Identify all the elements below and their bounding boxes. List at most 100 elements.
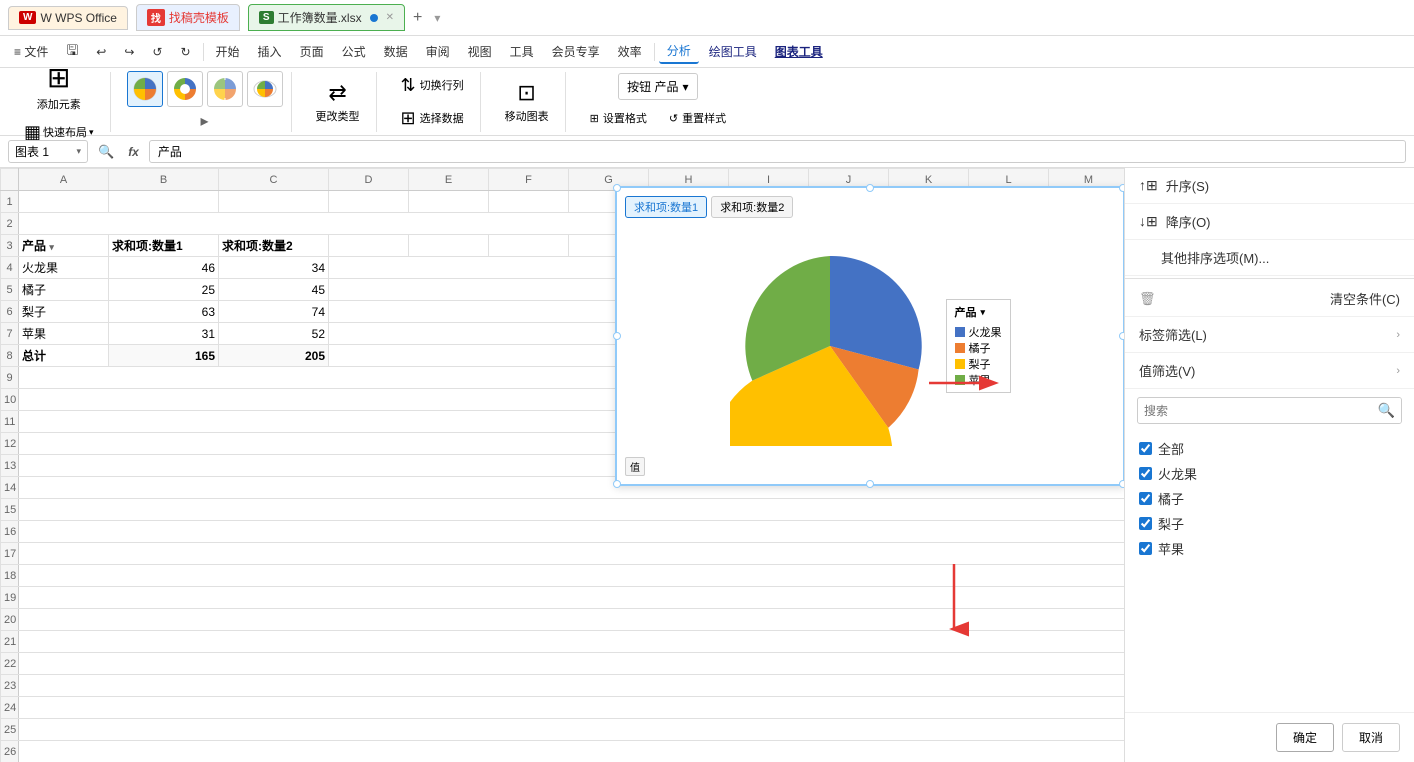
tab-dropdown[interactable]: ▾ bbox=[434, 11, 440, 25]
cell-B7[interactable]: 31 bbox=[109, 323, 219, 345]
cell-F3[interactable] bbox=[489, 235, 569, 257]
cell-C1[interactable] bbox=[219, 191, 329, 213]
set-format-button[interactable]: ⊞ 设置格式 bbox=[582, 106, 655, 130]
checkbox-all[interactable]: 全部 bbox=[1139, 436, 1400, 461]
product-dropdown-button[interactable]: 按钮 产品 ▾ bbox=[618, 73, 697, 100]
cell-F1[interactable] bbox=[489, 191, 569, 213]
clear-condition-item[interactable]: 🗑 清空条件(C) bbox=[1125, 281, 1414, 317]
menu-efficiency[interactable]: 效率 bbox=[610, 40, 650, 63]
cell-A4[interactable]: 火龙果 bbox=[19, 257, 109, 279]
cell-E3[interactable] bbox=[409, 235, 489, 257]
resize-top[interactable] bbox=[866, 184, 874, 192]
cell-C8[interactable]: 205 bbox=[219, 345, 329, 367]
chart-container[interactable]: 求和项:数量1 求和项:数量2 bbox=[615, 186, 1124, 486]
cell-A5[interactable]: 橘子 bbox=[19, 279, 109, 301]
menu-redo-icon[interactable]: ↪ bbox=[116, 42, 142, 62]
change-type-button[interactable]: ⇄ 更改类型 bbox=[308, 76, 368, 128]
cell-A6[interactable]: 梨子 bbox=[19, 301, 109, 323]
cell-C4[interactable]: 34 bbox=[219, 257, 329, 279]
checkbox-pingguo[interactable]: 苹果 bbox=[1139, 536, 1400, 561]
switch-row-col-button[interactable]: ⇅ 切换行列 bbox=[393, 71, 472, 100]
formula-input[interactable]: 产品 bbox=[149, 140, 1406, 163]
checkbox-juzi[interactable]: 橘子 bbox=[1139, 486, 1400, 511]
menu-insert[interactable]: 插入 bbox=[250, 40, 290, 63]
checkbox-all-input[interactable] bbox=[1139, 442, 1152, 455]
search-input[interactable] bbox=[1138, 400, 1372, 422]
cell-B6[interactable]: 63 bbox=[109, 301, 219, 323]
cell-B4[interactable]: 46 bbox=[109, 257, 219, 279]
cell-D3[interactable] bbox=[329, 235, 409, 257]
checkbox-lizi[interactable]: 梨子 bbox=[1139, 511, 1400, 536]
cell-C3[interactable]: 求和项:数量2 bbox=[219, 235, 329, 257]
resize-top-right[interactable] bbox=[1119, 184, 1124, 192]
chart-tab-1[interactable]: 求和项:数量1 bbox=[625, 196, 707, 218]
checkbox-huolongguo-input[interactable] bbox=[1139, 467, 1152, 480]
cancel-button[interactable]: 取消 bbox=[1342, 723, 1400, 752]
resize-left[interactable] bbox=[613, 332, 621, 340]
cell-B1[interactable] bbox=[109, 191, 219, 213]
menu-extra1[interactable]: ↺ bbox=[144, 42, 170, 62]
file-tab[interactable]: S 工作簿数量.xlsx ✕ bbox=[248, 4, 405, 31]
menu-undo-icon[interactable]: ↩ bbox=[88, 42, 114, 62]
select-data-button[interactable]: ⊞ 选择数据 bbox=[393, 104, 472, 133]
col-A[interactable]: A bbox=[19, 169, 109, 191]
menu-chart-tools[interactable]: 图表工具 bbox=[767, 40, 831, 63]
chart-filter-button[interactable]: 值 bbox=[625, 457, 645, 476]
checkbox-huolongguo[interactable]: 火龙果 bbox=[1139, 461, 1400, 486]
cell-A8[interactable]: 总计 bbox=[19, 345, 109, 367]
confirm-button[interactable]: 确定 bbox=[1276, 723, 1334, 752]
menu-review[interactable]: 审阅 bbox=[418, 40, 458, 63]
chart-type-4[interactable] bbox=[247, 71, 283, 107]
menu-home[interactable]: 开始 bbox=[208, 40, 248, 63]
cell-ref-box[interactable]: 图表 1 ▾ bbox=[8, 140, 88, 163]
add-tab-button[interactable]: + bbox=[413, 9, 422, 27]
cell-C5[interactable]: 45 bbox=[219, 279, 329, 301]
template-tab[interactable]: 找 找稿壳模板 bbox=[136, 4, 240, 31]
file-tab-close[interactable]: ✕ bbox=[386, 12, 394, 23]
reset-style-button[interactable]: ↺ 重置样式 bbox=[661, 106, 734, 130]
chart-tab-2[interactable]: 求和项:数量2 bbox=[711, 196, 793, 218]
menu-data[interactable]: 数据 bbox=[376, 40, 416, 63]
col-D[interactable]: D bbox=[329, 169, 409, 191]
resize-bottom[interactable] bbox=[866, 480, 874, 488]
cell-B3[interactable]: 求和项:数量1 bbox=[109, 235, 219, 257]
more-options-item[interactable]: 其他排序选项(M)... bbox=[1125, 240, 1414, 276]
label-filter-item[interactable]: 标签筛选(L) › bbox=[1125, 317, 1414, 353]
menu-formula[interactable]: 公式 bbox=[334, 40, 374, 63]
col-B[interactable]: B bbox=[109, 169, 219, 191]
fx-button[interactable]: fx bbox=[124, 145, 143, 159]
legend-product-dropdown[interactable]: ▾ bbox=[981, 307, 986, 318]
menu-analyze[interactable]: 分析 bbox=[659, 39, 699, 64]
search-submit-button[interactable]: 🔍 bbox=[1372, 398, 1401, 423]
menu-view[interactable]: 视图 bbox=[460, 40, 500, 63]
cell-D1[interactable] bbox=[329, 191, 409, 213]
wps-office-tab[interactable]: W W WPS Office bbox=[8, 6, 128, 30]
cell-ref-dropdown[interactable]: ▾ bbox=[76, 146, 81, 157]
checkbox-lizi-input[interactable] bbox=[1139, 517, 1152, 530]
menu-page[interactable]: 页面 bbox=[292, 40, 332, 63]
cell-C6[interactable]: 74 bbox=[219, 301, 329, 323]
resize-bottom-left[interactable] bbox=[613, 480, 621, 488]
filter-dropdown-A3[interactable]: ▾ bbox=[49, 242, 54, 252]
zoom-icon[interactable]: 🔍 bbox=[94, 144, 118, 160]
cell-B5[interactable]: 25 bbox=[109, 279, 219, 301]
menu-draw-tools[interactable]: 绘图工具 bbox=[701, 40, 765, 63]
cell-C7[interactable]: 52 bbox=[219, 323, 329, 345]
menu-vip[interactable]: 会员专享 bbox=[544, 40, 608, 63]
resize-top-left[interactable] bbox=[613, 184, 621, 192]
cell-A1[interactable] bbox=[19, 191, 109, 213]
menu-extra2[interactable]: ↻ bbox=[172, 42, 198, 62]
cell-E1[interactable] bbox=[409, 191, 489, 213]
cell-A7[interactable]: 苹果 bbox=[19, 323, 109, 345]
checkbox-pingguo-input[interactable] bbox=[1139, 542, 1152, 555]
col-E[interactable]: E bbox=[409, 169, 489, 191]
cell-A3[interactable]: 产品 ▾ bbox=[19, 235, 109, 257]
add-element-button[interactable]: ⊞ 添加元素 bbox=[29, 57, 89, 116]
col-C[interactable]: C bbox=[219, 169, 329, 191]
sort-asc-item[interactable]: ↑⊞ 升序(S) bbox=[1125, 168, 1414, 204]
cell-B8[interactable]: 165 bbox=[109, 345, 219, 367]
sort-desc-item[interactable]: ↓⊞ 降序(O) bbox=[1125, 204, 1414, 240]
chart-type-more[interactable]: ▸ bbox=[197, 109, 213, 133]
resize-right[interactable] bbox=[1119, 332, 1124, 340]
menu-tools[interactable]: 工具 bbox=[502, 40, 542, 63]
